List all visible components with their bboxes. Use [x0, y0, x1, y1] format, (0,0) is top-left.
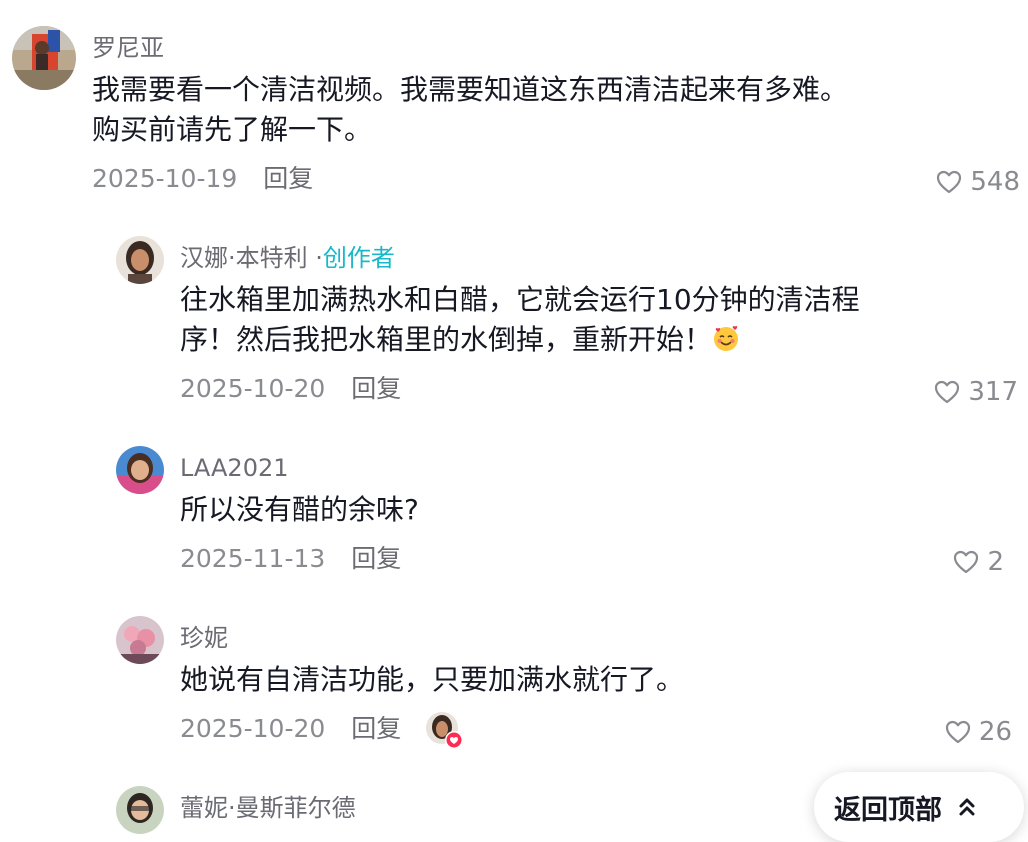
back-to-top-label: 返回顶部	[834, 794, 942, 826]
comment-text-line: 往水箱里加满热水和白醋，它就会运行10分钟的清洁程	[180, 283, 860, 316]
comment-author[interactable]: 汉娜·本特利 ·创作者	[180, 244, 395, 272]
like-count: 317	[968, 377, 1018, 407]
like-button[interactable]: 2	[953, 547, 1004, 577]
comment-date: 2025-10-20	[180, 714, 326, 743]
comment-date: 2025-11-13	[180, 544, 326, 573]
back-to-top-button[interactable]: 返回顶部	[814, 772, 1024, 842]
comment-meta: 2025-10-19 回复	[92, 164, 313, 194]
comment-text-line: 所以没有醋的余味?	[180, 493, 419, 526]
comment-text: 往水箱里加满热水和白醋，它就会运行10分钟的清洁程 序！然后我把水箱里的水倒掉，…	[180, 280, 860, 360]
comment-author[interactable]: 珍妮	[180, 624, 228, 652]
double-chevron-up-icon	[959, 798, 975, 816]
comment-author[interactable]: LAA2021	[180, 454, 289, 482]
like-button[interactable]: 26	[945, 717, 1012, 747]
reply-button[interactable]: 回复	[263, 164, 313, 193]
comment-author[interactable]: 蕾妮·曼斯菲尔德	[180, 794, 356, 822]
comment-text-line: 我需要看一个清洁视频。我需要知道这东西清洁起来有多难。	[92, 73, 849, 106]
avatar[interactable]	[116, 446, 164, 494]
reply-button[interactable]: 回复	[351, 544, 401, 573]
creator-liked-avatar	[426, 712, 463, 749]
like-button[interactable]: 317	[934, 377, 1018, 407]
like-button[interactable]: 548	[936, 167, 1020, 197]
comment-text: 所以没有醋的余味?	[180, 490, 419, 530]
heart-icon	[937, 170, 962, 194]
comment-text-line: 序！然后我把水箱里的水倒掉，重新开始！	[180, 320, 860, 360]
heart-icon	[945, 720, 971, 744]
avatar[interactable]	[12, 26, 76, 90]
author-name: 汉娜·本特利 ·	[180, 244, 323, 272]
comment-text-segment: 序！然后我把水箱里的水倒掉，重新开始！	[180, 323, 713, 356]
comment-meta: 2025-11-13 回复	[180, 544, 401, 574]
comment-text-line: 她说有自清洁功能，只要加满水就行了。	[180, 663, 685, 696]
smiling-face-with-hearts-icon	[714, 326, 739, 351]
like-count: 548	[970, 167, 1020, 197]
comment-text-line: 购买前请先了解一下。	[92, 113, 373, 146]
comment-meta: 2025-10-20 回复	[180, 714, 401, 744]
reply-button[interactable]: 回复	[351, 714, 401, 743]
heart-icon	[954, 550, 979, 574]
avatar[interactable]	[116, 616, 164, 664]
comment-text: 我需要看一个清洁视频。我需要知道这东西清洁起来有多难。 购买前请先了解一下。	[92, 70, 848, 150]
comment-text: 她说有自清洁功能，只要加满水就行了。	[180, 660, 684, 700]
like-count: 2	[987, 547, 1004, 577]
comment-meta: 2025-10-20 回复	[180, 374, 401, 404]
avatar[interactable]	[116, 786, 164, 834]
heart-icon	[935, 380, 960, 404]
avatar[interactable]	[116, 236, 164, 284]
reply-button[interactable]: 回复	[351, 374, 401, 403]
like-count: 26	[978, 717, 1012, 747]
creator-badge: 创作者	[322, 244, 395, 272]
comment-date: 2025-10-20	[180, 374, 326, 403]
comment-date: 2025-10-19	[92, 164, 238, 193]
comment-author[interactable]: 罗尼亚	[92, 34, 164, 62]
